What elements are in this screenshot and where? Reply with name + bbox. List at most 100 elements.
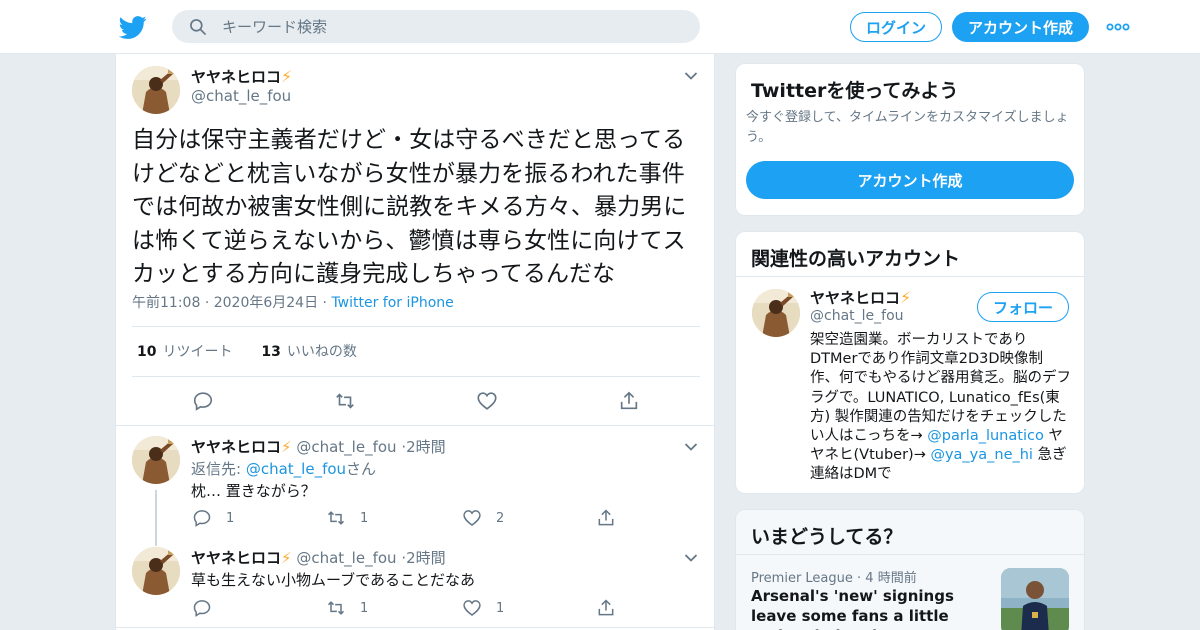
share-icon: [598, 599, 614, 616]
signup-button[interactable]: アカウント作成: [952, 12, 1089, 42]
retweet-icon: [327, 601, 345, 615]
tweet-date[interactable]: 2020年6月24日: [214, 295, 318, 311]
reply-text: 草も生えない小物ムーブであることだなあ: [191, 571, 475, 589]
avatar[interactable]: [752, 289, 800, 337]
reply-header: ヤヤネヒロコ⚡ @chat_le_fou ·2時間: [191, 547, 446, 568]
avatar[interactable]: [132, 547, 180, 595]
signup-card: Twitterを使ってみよう 今すぐ登録して、タイムラインをカスタマイズしましょ…: [735, 63, 1085, 216]
follow-button[interactable]: フォロー: [977, 292, 1069, 322]
like-label: いいねの数: [286, 344, 357, 360]
like-action[interactable]: 2: [462, 508, 504, 528]
author-name[interactable]: ヤヤネヒロコ: [191, 438, 281, 456]
reply-header: ヤヤネヒロコ⚡ @chat_le_fou ·2時間: [191, 436, 446, 457]
trend-thumbnail[interactable]: [1001, 568, 1069, 630]
chevron-down-icon[interactable]: [684, 442, 698, 452]
share-action[interactable]: [596, 508, 630, 528]
related-accounts-card: 関連性の高いアカウント ヤヤネヒロコ⚡ @chat_le_fou フォロー 架空…: [735, 231, 1085, 494]
more-dots-icon[interactable]: [1106, 20, 1130, 34]
trend-category: Premier League: [751, 571, 853, 586]
tweet-time[interactable]: 午前11:08: [132, 295, 200, 311]
reply-text: 枕… 置きながら？: [191, 482, 316, 500]
retweet-count: 1: [360, 600, 369, 616]
related-account-name[interactable]: ヤヤネヒロコ⚡: [810, 287, 911, 308]
reply-to-handle[interactable]: @chat_le_fou: [246, 460, 346, 478]
lightning-emoji: ⚡: [281, 549, 292, 567]
search-input[interactable]: [222, 10, 682, 43]
author-handle[interactable]: @chat_le_fou: [191, 87, 291, 105]
avatar[interactable]: [132, 436, 180, 484]
like-icon: [463, 600, 481, 617]
separator-dot: ·: [204, 295, 214, 311]
divider: [132, 326, 700, 327]
author-handle[interactable]: @chat_le_fou: [810, 308, 904, 324]
account-bio: 架空造園業。ボーカリストであり DTMerであり作詞文章2D3D映像制作、何でも…: [810, 331, 1072, 485]
like-icon: [463, 510, 481, 527]
like-count: 13: [261, 344, 281, 360]
share-icon: [598, 509, 614, 526]
author-name[interactable]: ヤヤネヒロコ: [191, 549, 281, 567]
retweet-action[interactable]: 1: [326, 508, 368, 528]
twitter-bird-icon[interactable]: [119, 13, 147, 41]
search-box[interactable]: [172, 10, 700, 43]
divider: [132, 376, 700, 377]
reply-to-label: 返信先:: [191, 460, 242, 478]
card-subtitle: 今すぐ登録して、タイムラインをカスタマイズしましょう。: [746, 110, 1069, 145]
tweet-meta: 午前11:08 · 2020年6月24日 · Twitter for iPhon…: [132, 292, 454, 312]
retweet-count: 10: [137, 344, 157, 360]
trend-time: 4 時間前: [865, 571, 917, 586]
top-navigation-bar: ログイン アカウント作成: [0, 0, 1200, 54]
like-stat[interactable]: 13 いいねの数: [261, 344, 356, 360]
reply-icon[interactable]: [192, 390, 214, 412]
signup-card-button[interactable]: アカウント作成: [746, 161, 1074, 199]
login-button[interactable]: ログイン: [850, 12, 942, 42]
avatar-image: [132, 66, 180, 114]
like-count: 1: [496, 600, 505, 616]
trend-headline[interactable]: Arsenal's 'new' signings leave some fans…: [751, 586, 991, 630]
author-handle[interactable]: @chat_le_fou: [296, 549, 396, 567]
tweet-source-link[interactable]: Twitter for iPhone: [331, 295, 453, 311]
share-icon[interactable]: [618, 390, 640, 412]
reply-count: 1: [226, 510, 235, 526]
avatar-image: [752, 289, 800, 337]
lightning-emoji: ⚡: [281, 438, 292, 456]
divider: [736, 554, 1084, 555]
tweet-author-name[interactable]: ヤヤネヒロコ⚡: [191, 66, 292, 87]
reply-time[interactable]: 2時間: [406, 549, 446, 567]
avatar[interactable]: [132, 66, 180, 114]
retweet-action[interactable]: 1: [326, 598, 368, 618]
divider: [116, 425, 714, 426]
search-icon: [190, 19, 206, 35]
avatar-image: [132, 436, 180, 484]
bio-mention-link[interactable]: @ya_ya_ne_hi: [930, 447, 1033, 463]
reply-action[interactable]: 1: [192, 508, 234, 528]
reply-action[interactable]: [192, 598, 226, 618]
retweet-stat[interactable]: 10 リツイート: [137, 344, 232, 360]
like-action[interactable]: 1: [462, 598, 504, 618]
card-title: いまどうしてる？: [751, 526, 903, 548]
thread-line: [155, 490, 157, 546]
chevron-down-icon[interactable]: [684, 553, 698, 563]
trends-card: いまどうしてる？ Premier League · 4 時間前 Arsenal'…: [735, 509, 1085, 630]
share-action[interactable]: [596, 598, 630, 618]
reply-icon: [193, 510, 211, 527]
tweet-stats: 10 リツイート 13 いいねの数: [137, 341, 357, 361]
chevron-down-icon[interactable]: [684, 71, 698, 81]
author-name[interactable]: ヤヤネヒロコ: [191, 68, 281, 86]
bio-mention-link[interactable]: @parla_lunatico: [927, 428, 1044, 444]
reply-time[interactable]: 2時間: [406, 438, 446, 456]
like-icon[interactable]: [476, 390, 498, 412]
reply-icon: [193, 600, 211, 617]
author-handle[interactable]: @chat_le_fou: [296, 438, 396, 456]
lightning-emoji: ⚡: [281, 67, 293, 86]
tweet-text: 自分は保守主義者だけど・女は守るべきだと思ってるけどなどと枕言いながら女性が暴力…: [132, 127, 687, 287]
reply-to-suffix: さん: [346, 460, 377, 478]
author-name[interactable]: ヤヤネヒロコ: [810, 289, 900, 307]
retweet-label: リツイート: [162, 344, 233, 360]
trend-thumbnail-image: [1001, 568, 1069, 630]
tweet-column: ヤヤネヒロコ⚡ @chat_le_fou 自分は保守主義者だけど・女は守るべきだ…: [115, 54, 715, 630]
trend-meta: Premier League · 4 時間前: [751, 567, 917, 586]
card-title: 関連性の高いアカウント: [751, 248, 961, 270]
reply-to-line: 返信先: @chat_le_fouさん: [191, 458, 376, 479]
retweet-icon[interactable]: [334, 390, 356, 412]
avatar-image: [132, 547, 180, 595]
